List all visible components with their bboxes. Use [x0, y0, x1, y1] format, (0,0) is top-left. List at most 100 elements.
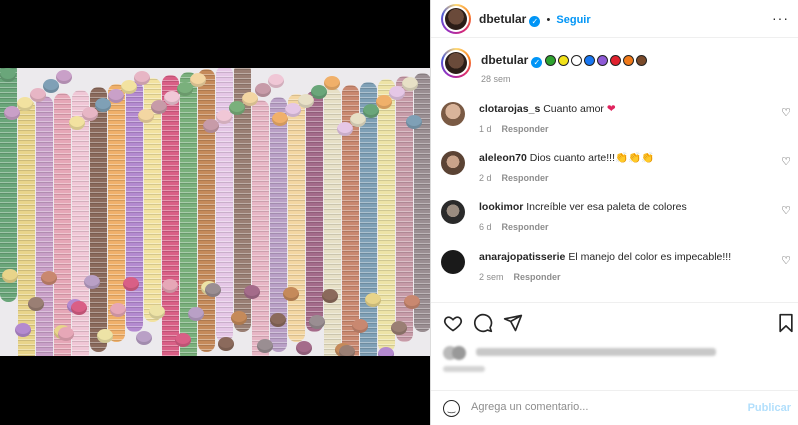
macaron [203, 119, 219, 133]
caption-story-ring[interactable] [441, 48, 471, 78]
heart-icon[interactable] [443, 313, 463, 333]
macaron [402, 77, 418, 91]
macaron [69, 116, 85, 130]
commenter-avatar[interactable] [441, 102, 465, 126]
color-swatch [584, 55, 596, 66]
macaron [378, 347, 394, 356]
reply-button[interactable]: Responder [502, 222, 549, 232]
emoji-icon[interactable]: ‿ [443, 400, 460, 417]
macaron [71, 301, 87, 315]
color-palette [545, 55, 649, 67]
macaron [56, 70, 72, 84]
comment-emoji: 👏👏👏 [615, 152, 655, 164]
macaron [138, 109, 154, 123]
comment-username[interactable]: lookimor [479, 201, 523, 213]
more-horizontal-icon[interactable]: ··· [772, 10, 789, 26]
like-comment-icon[interactable]: ♡ [781, 204, 791, 217]
caption-avatar [445, 52, 467, 74]
reply-button[interactable]: Responder [502, 124, 549, 134]
macaron [164, 91, 180, 105]
macarons-photo [0, 68, 430, 356]
macaron [151, 100, 167, 114]
macaron [363, 104, 379, 118]
comment-text: Dios cuanto arte!!! [529, 152, 616, 164]
commenter-avatar[interactable] [441, 151, 465, 175]
macaron [162, 279, 178, 293]
comment-username[interactable]: clotarojas_s [479, 103, 540, 115]
macaron [268, 74, 284, 88]
color-swatch [610, 55, 622, 66]
macaron [337, 122, 353, 136]
caption-username[interactable]: dbetular [481, 53, 528, 67]
post-date-blurred [443, 366, 485, 372]
comment-text: El manejo del color es impecable!!! [568, 251, 732, 263]
post-media[interactable] [0, 0, 430, 425]
comment-input[interactable] [471, 401, 721, 413]
like-comment-icon[interactable]: ♡ [781, 155, 791, 168]
macaron [257, 339, 273, 353]
macaron-column [288, 94, 305, 342]
comment-username[interactable]: anarajopatisserie [479, 251, 565, 263]
macaron [58, 327, 74, 341]
post-header: dbetular ✓ • Seguir ··· [431, 0, 798, 38]
macaron-column [0, 68, 17, 302]
color-swatch [571, 55, 583, 66]
verified-icon: ✓ [531, 57, 543, 68]
like-comment-icon[interactable]: ♡ [781, 254, 791, 267]
reply-button[interactable]: Responder [514, 272, 561, 282]
macaron [0, 68, 16, 82]
color-swatch [545, 55, 557, 66]
save-icon[interactable] [777, 313, 795, 333]
follow-button[interactable]: Seguir [556, 14, 590, 26]
macaron [205, 283, 221, 297]
like-comment-icon[interactable]: ♡ [781, 106, 791, 119]
reply-button[interactable]: Responder [502, 173, 549, 183]
macaron [365, 293, 381, 307]
macaron [84, 275, 100, 289]
macaron [121, 80, 137, 94]
comment-emoji: ❤ [606, 103, 616, 115]
macaron [177, 82, 193, 96]
macaron [41, 271, 57, 285]
macaron [231, 311, 247, 325]
macaron [95, 98, 111, 112]
comment-time: 6 d [479, 222, 492, 232]
comment-text: Cuanto amor [543, 103, 604, 115]
macaron-column [54, 93, 71, 356]
macaron [175, 333, 191, 347]
commenter-avatar[interactable] [441, 200, 465, 224]
macaron-column [90, 87, 107, 352]
macaron [309, 315, 325, 329]
share-icon[interactable] [503, 313, 523, 333]
comment-time: 1 d [479, 124, 492, 134]
macaron [242, 92, 258, 106]
comment-username[interactable]: aleleon70 [479, 152, 527, 164]
separator-dot: • [546, 14, 551, 26]
macaron [404, 295, 420, 309]
commenter-avatar[interactable] [441, 250, 465, 274]
macaron [97, 329, 113, 343]
macaron-column [306, 91, 323, 332]
macaron-column [414, 73, 430, 332]
comment-time: 2 sem [479, 272, 504, 282]
likes-summary-blurred[interactable] [476, 348, 716, 356]
color-swatch [636, 55, 648, 66]
macaron [376, 95, 392, 109]
comment-icon[interactable] [473, 313, 493, 333]
macaron [149, 305, 165, 319]
post-sidebar: dbetular ✓ • Seguir ··· dbetular ✓ 28 se… [430, 0, 798, 425]
color-swatch [597, 55, 609, 66]
caption-time: 28 sem [481, 74, 511, 84]
story-ring[interactable] [441, 4, 471, 34]
header-username[interactable]: dbetular [479, 12, 526, 26]
macaron [188, 307, 204, 321]
macaron [110, 303, 126, 317]
macaron [255, 83, 271, 97]
macaron [311, 85, 327, 99]
avatar [445, 8, 467, 30]
liker-avatars[interactable] [443, 346, 473, 360]
macaron [322, 289, 338, 303]
macaron [283, 287, 299, 301]
publish-button[interactable]: Publicar [748, 402, 791, 414]
macaron [108, 89, 124, 103]
